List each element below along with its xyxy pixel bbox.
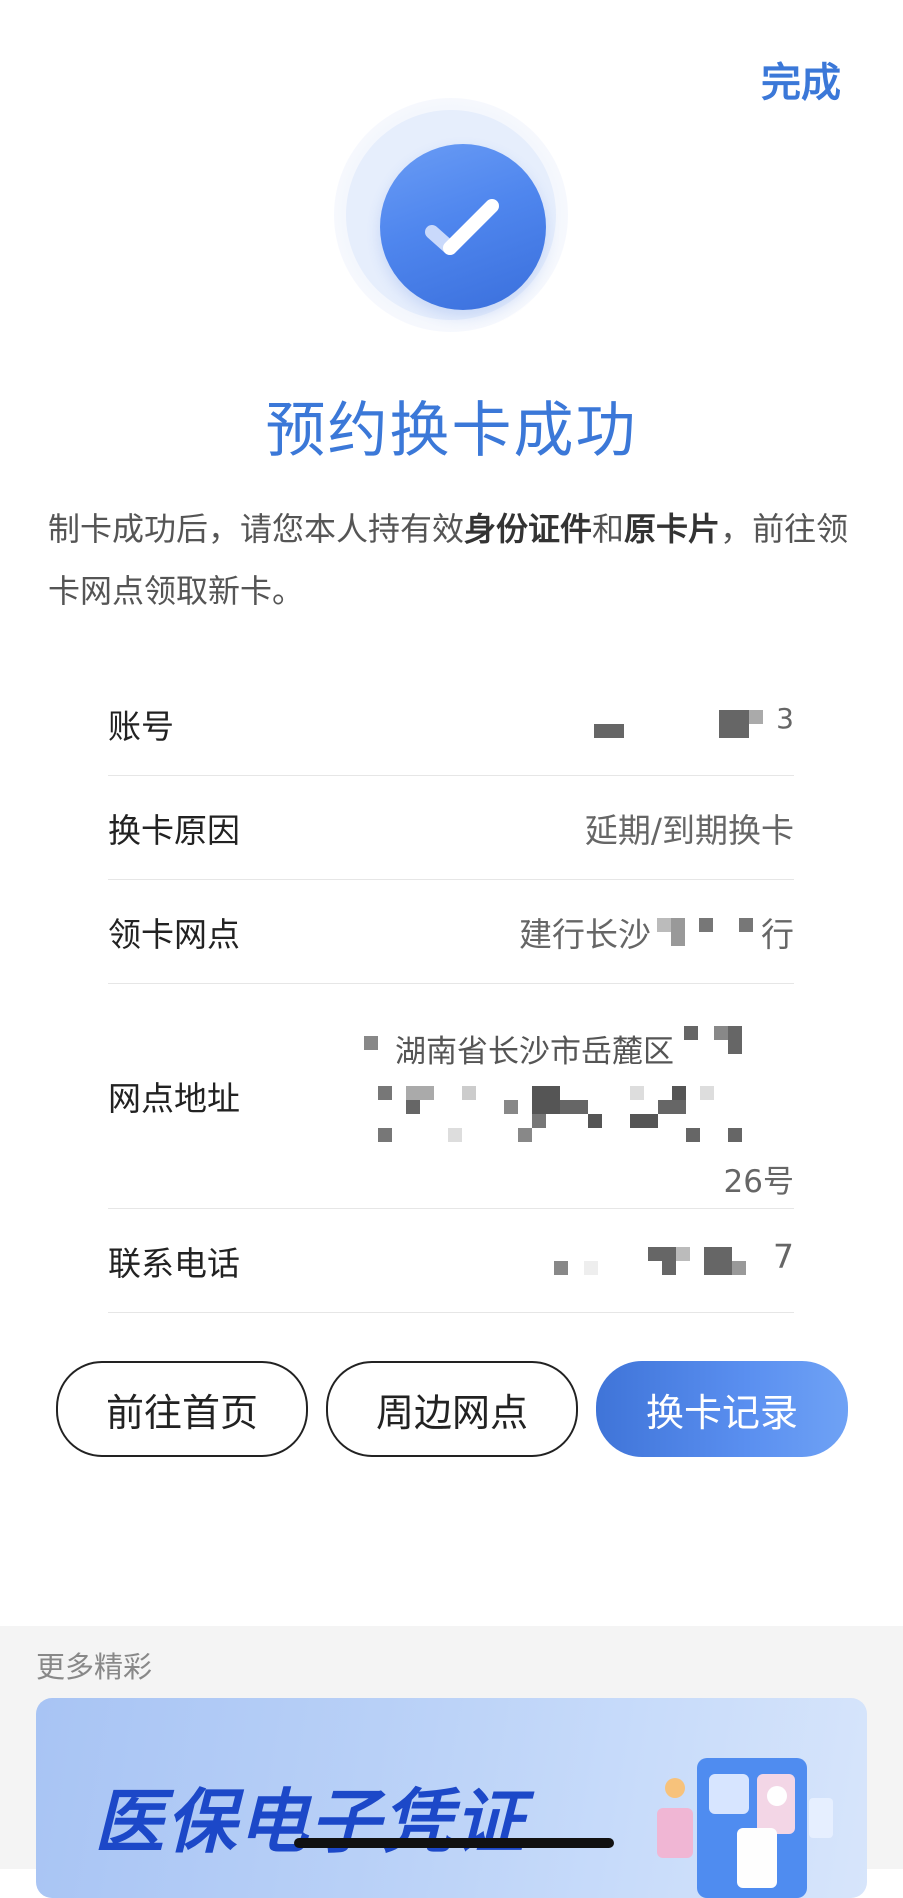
success-badge <box>334 98 568 332</box>
redacted-mosaic <box>594 694 794 754</box>
banner-title: 医保电子凭证 <box>94 1781 526 1863</box>
redacted-mosaic <box>554 1231 794 1291</box>
address-label: 网点地址 <box>108 1079 240 1118</box>
action-buttons: 前往首页 周边网点 换卡记录 <box>56 1361 848 1457</box>
address-row: 网点地址 湖南省长沙市岳麓区 26号 <box>108 984 794 1209</box>
phone-value: 7 <box>554 1231 794 1291</box>
page-title: 预约换卡成功 <box>265 396 638 466</box>
branch-label: 领卡网点 <box>108 914 240 954</box>
info-list: 账号 3 换卡原因 延期/到期换卡 领卡网点 建行长沙 行 网点地址 湖南省长沙… <box>108 672 794 1313</box>
more-section: 更多精彩 医保电子凭证 <box>0 1626 903 1898</box>
banner-illustration-icon <box>657 1758 833 1898</box>
phone-row: 联系电话 7 <box>108 1209 794 1313</box>
pickup-notice: 制卡成功后，请您本人持有效身份证件和原卡片，前往领卡网点领取新卡。 <box>48 510 849 610</box>
phone-label: 联系电话 <box>108 1243 240 1283</box>
done-button[interactable]: 完成 <box>761 50 841 108</box>
branch-value: 建行长沙 行 <box>519 908 794 956</box>
card-records-button[interactable]: 换卡记录 <box>596 1361 848 1457</box>
branch-row: 领卡网点 建行长沙 行 <box>108 880 794 984</box>
checkmark-icon <box>425 199 499 255</box>
reason-row: 换卡原因 延期/到期换卡 <box>108 776 794 880</box>
home-indicator[interactable] <box>294 1838 614 1848</box>
reason-label: 换卡原因 <box>108 810 240 850</box>
account-row: 账号 3 <box>108 672 794 776</box>
reason-value: 延期/到期换卡 <box>584 810 794 850</box>
redacted-mosaic <box>364 1006 794 1156</box>
more-label: 更多精彩 <box>36 1650 153 1684</box>
promo-banner[interactable]: 医保电子凭证 <box>36 1698 867 1898</box>
address-value: 湖南省长沙市岳麓区 26号 <box>364 1006 794 1200</box>
nearby-branches-button[interactable]: 周边网点 <box>326 1361 578 1457</box>
redacted-mosaic <box>651 912 761 952</box>
account-label: 账号 <box>108 706 174 746</box>
go-home-button[interactable]: 前往首页 <box>56 1361 308 1457</box>
account-value: 3 <box>594 694 794 754</box>
